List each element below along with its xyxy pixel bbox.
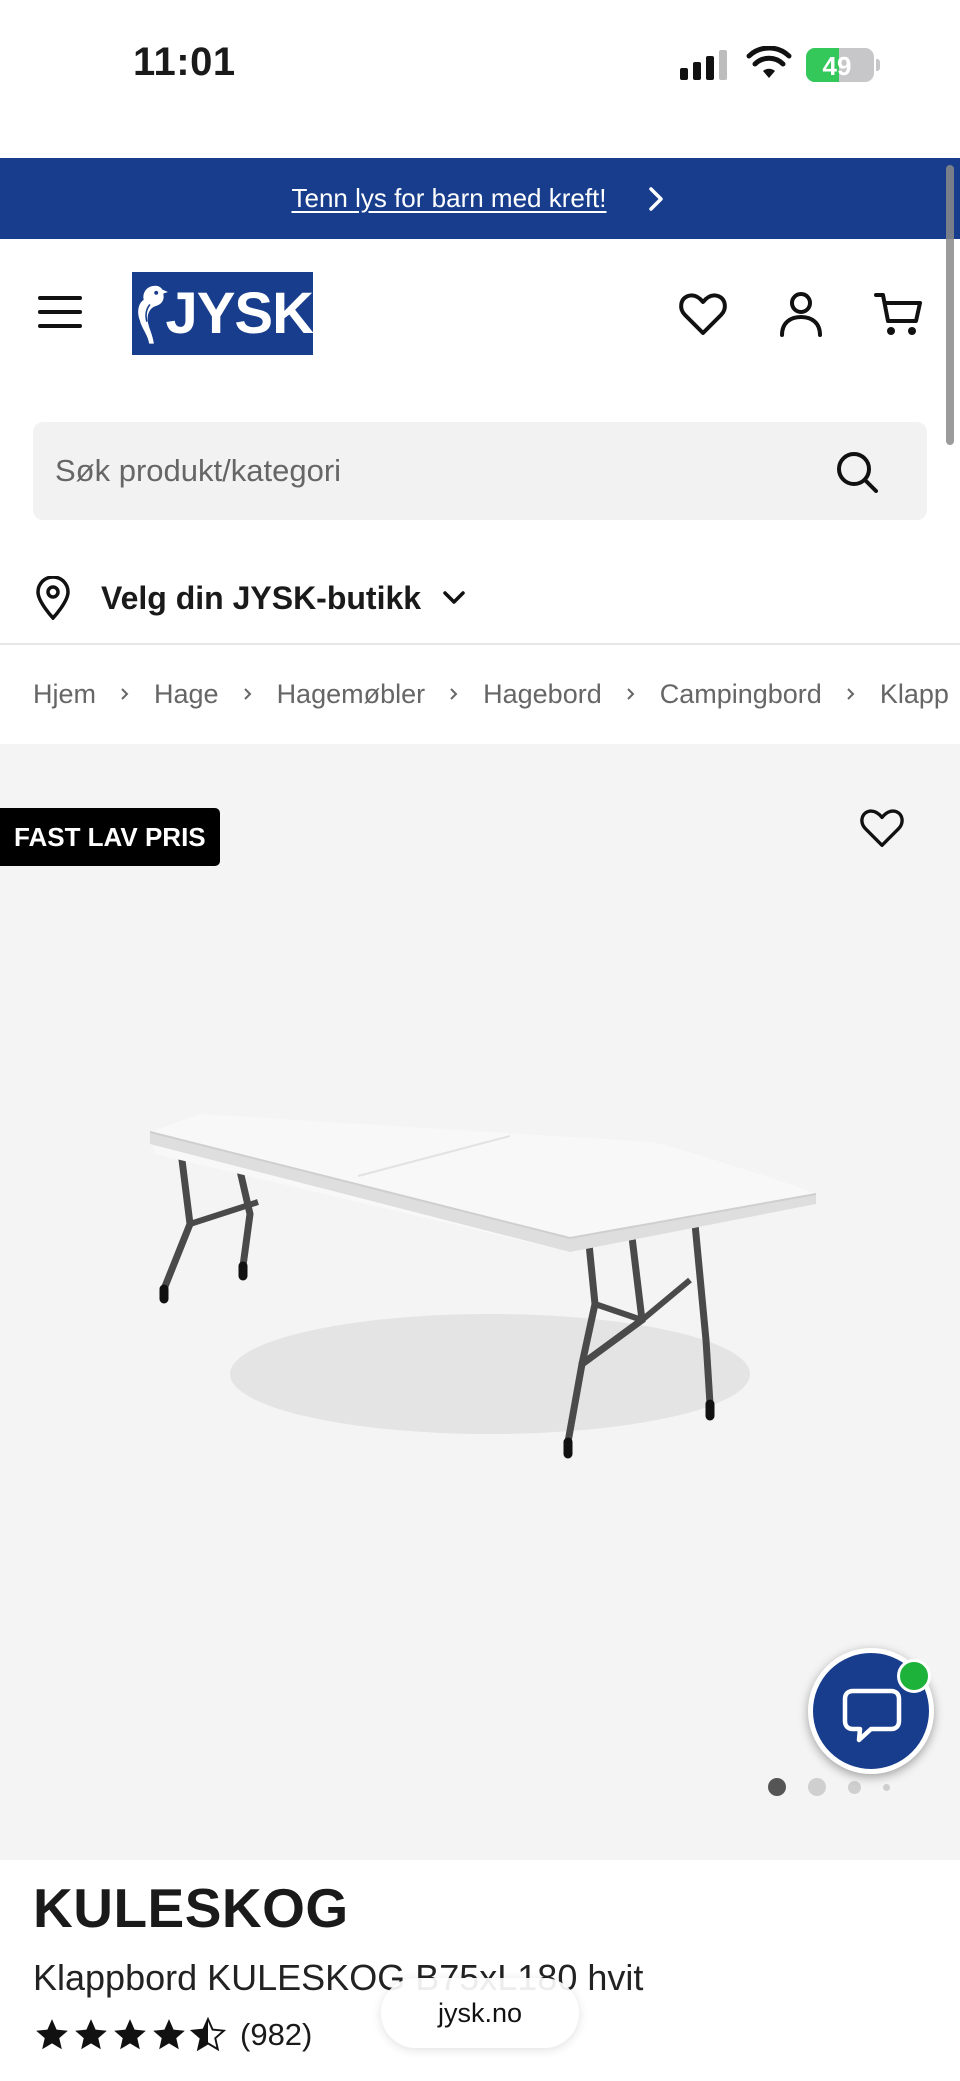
price-badge: FAST LAV PRIS <box>0 808 220 866</box>
breadcrumb-chevron-icon <box>627 688 635 700</box>
store-picker-label: Velg din JYSK-butikk <box>101 579 422 616</box>
carousel-dot[interactable] <box>848 1780 861 1794</box>
battery-charging-icon: 49 <box>806 48 880 82</box>
carousel-indicator[interactable] <box>768 1778 912 1796</box>
search-icon[interactable] <box>835 450 879 494</box>
carousel-dot[interactable] <box>883 1783 890 1791</box>
carousel-dot[interactable] <box>768 1778 786 1796</box>
promo-link[interactable]: Tenn lys for barn med kreft! <box>291 183 606 214</box>
breadcrumb-item-hage[interactable]: Hage <box>154 679 219 710</box>
online-status-dot <box>897 1659 931 1693</box>
favorite-heart-icon[interactable] <box>858 804 906 852</box>
chat-button[interactable] <box>808 1648 934 1774</box>
product-rating[interactable]: (982) <box>33 2016 312 2054</box>
status-time: 11:01 <box>133 40 236 84</box>
breadcrumb-item-hagebord[interactable]: Hagebord <box>483 679 602 710</box>
breadcrumb-chevron-icon <box>121 688 129 700</box>
search-input[interactable]: Søk produkt/kategori <box>55 453 341 489</box>
review-count[interactable]: (982) <box>240 2017 312 2053</box>
site-header: JYSK <box>0 239 960 389</box>
product-image <box>149 1114 817 1459</box>
breadcrumb-chevron-icon <box>847 688 855 700</box>
star-full-icon <box>153 2019 185 2050</box>
status-bar: 11:01 49 <box>0 0 960 158</box>
logo-text: JYSK <box>165 281 314 346</box>
carousel-dot[interactable] <box>808 1778 826 1796</box>
product-brand: KULESKOG <box>33 1877 349 1939</box>
search-bar[interactable]: Søk produkt/kategori <box>33 422 927 520</box>
jysk-logo[interactable]: JYSK <box>132 272 314 355</box>
star-half-icon <box>189 2016 227 2052</box>
promo-banner[interactable]: Tenn lys for barn med kreft! <box>0 158 960 239</box>
chat-bubble-icon <box>842 1688 902 1743</box>
cart-icon[interactable] <box>874 289 924 339</box>
star-full-icon <box>75 2019 107 2050</box>
divider <box>0 643 960 645</box>
bird-logo-icon <box>138 285 168 344</box>
breadcrumb-item-hagemobler[interactable]: Hagemøbler <box>277 679 426 710</box>
heart-icon[interactable] <box>678 289 728 339</box>
chevron-right-icon <box>648 186 663 211</box>
star-full-icon <box>114 2019 146 2050</box>
store-picker[interactable]: Velg din JYSK-butikk <box>33 566 469 630</box>
browser-url[interactable]: jysk.no <box>438 1998 522 2029</box>
menu-icon[interactable] <box>38 294 82 330</box>
breadcrumb-chevron-icon <box>450 688 458 700</box>
breadcrumb: Hjem Hage Hagemøbler Hagebord Campingbor… <box>33 672 960 716</box>
user-icon[interactable] <box>776 289 826 339</box>
breadcrumb-chevron-icon <box>243 688 251 700</box>
cellular-signal-icon <box>680 50 730 80</box>
breadcrumb-item-hjem[interactable]: Hjem <box>33 679 96 710</box>
browser-url-pill[interactable]: jysk.no <box>381 1978 579 2048</box>
location-pin-icon <box>36 576 70 620</box>
battery-level: 49 <box>822 51 852 81</box>
breadcrumb-item-klapp[interactable]: Klapp <box>880 679 949 710</box>
breadcrumb-item-campingbord[interactable]: Campingbord <box>660 679 822 710</box>
wifi-icon <box>746 46 792 78</box>
chevron-down-icon <box>443 591 465 604</box>
star-full-icon <box>36 2019 68 2050</box>
